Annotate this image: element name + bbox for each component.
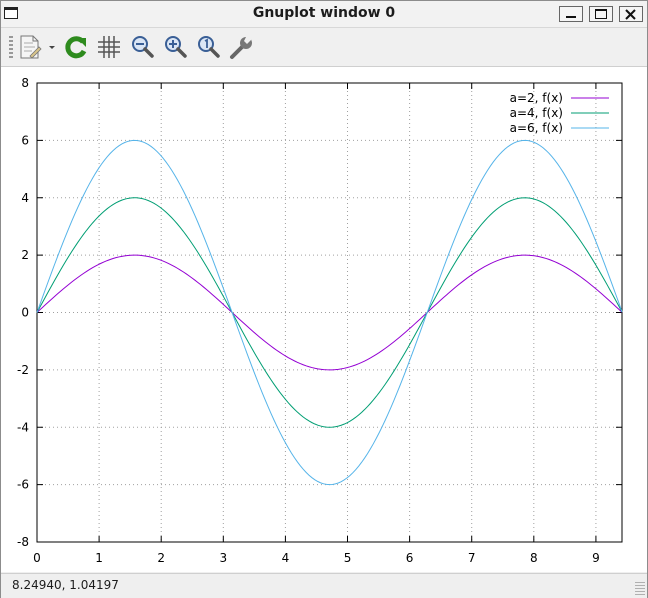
legend-label-3: a=6, f(x) [510, 121, 563, 135]
minimize-icon [566, 16, 576, 18]
y-tick-label: 4 [21, 191, 29, 205]
y-tick-label: 8 [21, 76, 29, 90]
title-bar[interactable]: Gnuplot window 0 [1, 1, 647, 28]
close-button[interactable] [619, 6, 643, 22]
status-bar: 8.24940, 1.04197 [1, 573, 647, 598]
x-tick-label: 2 [157, 551, 165, 565]
y-tick-label: 2 [21, 248, 29, 262]
copy-menu-button[interactable] [18, 34, 58, 60]
legend-label-2: a=4, f(x) [510, 106, 563, 120]
settings-button[interactable] [229, 34, 255, 60]
y-tick-label: 0 [21, 306, 29, 320]
resize-grip[interactable] [635, 582, 645, 596]
x-tick-label: 3 [219, 551, 227, 565]
x-tick-label: 9 [592, 551, 600, 565]
x-tick-label: 0 [33, 551, 41, 565]
toolbar [1, 28, 647, 67]
zoom-previous-button[interactable] [130, 34, 156, 60]
zoom-reset-icon [198, 36, 220, 58]
x-tick-label: 5 [344, 551, 352, 565]
window-title: Gnuplot window 0 [252, 5, 396, 21]
close-icon [625, 9, 636, 20]
y-tick-label: -4 [17, 420, 29, 434]
y-tick-label: 6 [21, 133, 29, 147]
maximize-button[interactable] [589, 6, 613, 22]
x-tick-label: 6 [406, 551, 414, 565]
zoom-in-icon [165, 36, 187, 58]
cursor-coordinates: 8.24940, 1.04197 [12, 578, 119, 592]
plot-canvas[interactable]: 0 1 2 3 4 5 6 7 8 9 8 6 4 2 0 -2 -4 -6 -8 a=2, f(x)a=4, f(x… [1, 67, 647, 572]
copy-to-clipboard-icon [20, 35, 55, 59]
x-tick-label: 1 [95, 551, 103, 565]
y-tick-label: -6 [17, 478, 29, 492]
zoom-out-icon [132, 36, 154, 58]
x-tick-label: 4 [282, 551, 290, 565]
gnuplot-window: Gnuplot window 0 0 1 2 3 4 5 6 7 8 9 8 6… [0, 0, 648, 598]
zoom-next-button[interactable] [163, 34, 189, 60]
y-tick-label: -2 [17, 363, 29, 377]
plot-area[interactable]: 0 1 2 3 4 5 6 7 8 9 8 6 4 2 0 -2 -4 -6 -8 a=2, f(x) a=4, f(x… [1, 67, 647, 572]
grid-button[interactable] [96, 34, 122, 60]
replot-icon [65, 36, 87, 59]
settings-icon [230, 37, 252, 59]
autoscale-button[interactable] [196, 34, 222, 60]
maximize-icon [595, 9, 607, 19]
minimize-button[interactable] [559, 6, 583, 22]
x-tick-label: 7 [468, 551, 476, 565]
grid-icon [98, 36, 120, 58]
y-tick-label: -8 [17, 535, 29, 549]
legend-label-1: a=2, f(x) [510, 91, 563, 105]
x-tick-label: 8 [530, 551, 538, 565]
replot-button[interactable] [63, 34, 89, 60]
toolbar-handle[interactable] [9, 36, 13, 58]
